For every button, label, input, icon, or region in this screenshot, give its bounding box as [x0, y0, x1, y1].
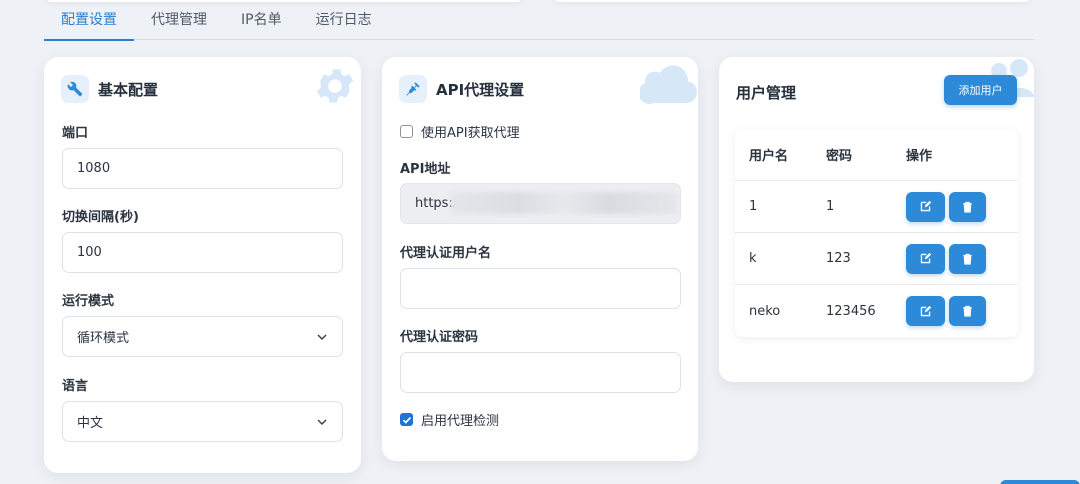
port-input[interactable]: 1080	[62, 148, 343, 189]
tab-config[interactable]: 配置设置	[44, 0, 134, 41]
edit-user-button[interactable]	[906, 243, 945, 274]
mode-select[interactable]: 循环模式	[62, 316, 343, 357]
basic-config-title: 基本配置	[61, 75, 158, 103]
tab-run-log[interactable]: 运行日志	[299, 0, 389, 40]
delete-user-button[interactable]	[949, 191, 986, 222]
table-header-row: 用户名 密码 操作	[735, 129, 1018, 181]
actions-cell	[906, 181, 990, 232]
delete-user-button[interactable]	[949, 296, 986, 326]
api-proxy-card: API代理设置 使用API获取代理 API地址 https:/ 代理认证用户名 …	[382, 57, 698, 461]
edit-icon	[920, 200, 932, 212]
interval-label: 切换间隔(秒)	[62, 210, 139, 225]
username-cell: neko	[749, 303, 781, 319]
mode-value: 循环模式	[77, 331, 130, 346]
port-value: 1080	[77, 161, 111, 176]
api-proxy-title: API代理设置	[399, 75, 524, 103]
redacted-blur	[451, 192, 677, 214]
tab-ip-list[interactable]: IP名单	[224, 0, 299, 40]
delete-user-button[interactable]	[949, 243, 986, 274]
auth-password-input[interactable]	[400, 352, 681, 393]
language-select[interactable]: 中文	[62, 401, 343, 442]
column-header-username: 用户名	[749, 149, 789, 164]
edit-icon	[920, 305, 932, 316]
tab-proxy-management[interactable]: 代理管理	[134, 0, 224, 40]
api-address-input[interactable]: https:/	[400, 183, 681, 224]
users-table: 用户名 密码 操作 1 1 k 123 neko 123456	[735, 129, 1018, 337]
trash-icon	[963, 201, 972, 213]
username-cell: 1	[749, 199, 758, 214]
password-cell: 123	[826, 251, 851, 266]
user-management-title: 用户管理	[736, 84, 797, 102]
trash-icon	[963, 305, 972, 317]
gear-watermark-icon	[316, 69, 354, 103]
basic-config-title-text: 基本配置	[98, 80, 159, 99]
enable-check-checkbox[interactable]	[400, 413, 413, 426]
add-user-button[interactable]: 添加用户	[944, 75, 1017, 105]
interval-input[interactable]: 100	[62, 232, 343, 273]
chevron-down-icon	[317, 333, 327, 340]
wrench-icon	[61, 75, 89, 103]
language-label: 语言	[62, 379, 89, 394]
column-header-actions: 操作	[906, 149, 933, 164]
password-cell: 1	[826, 199, 835, 214]
username-cell: k	[749, 251, 757, 266]
auth-username-input[interactable]	[400, 268, 681, 309]
table-row: 1 1	[735, 181, 1018, 233]
use-api-checkbox[interactable]	[400, 125, 413, 138]
bottom-right-button-edge[interactable]	[1000, 480, 1080, 484]
actions-cell	[906, 285, 990, 337]
column-header-password: 密码	[826, 149, 853, 164]
enable-check-checkbox-row[interactable]: 启用代理检测	[400, 410, 499, 429]
language-value: 中文	[77, 416, 104, 431]
api-address-label: API地址	[400, 162, 451, 177]
trash-icon	[963, 253, 972, 265]
table-row: k 123	[735, 233, 1018, 285]
use-api-checkbox-row[interactable]: 使用API获取代理	[400, 122, 520, 141]
api-proxy-title-text: API代理设置	[436, 80, 525, 99]
interval-value: 100	[77, 245, 102, 260]
basic-config-card: 基本配置 端口 1080 切换间隔(秒) 100 运行模式 循环模式 语言 中文	[44, 57, 361, 473]
auth-username-label: 代理认证用户名	[400, 246, 492, 261]
port-label: 端口	[62, 126, 89, 141]
tab-bar: 配置设置 代理管理 IP名单 运行日志	[44, 0, 1034, 41]
edit-user-button[interactable]	[906, 296, 945, 326]
password-cell: 123456	[826, 303, 876, 319]
edit-user-button[interactable]	[906, 191, 945, 222]
plug-icon	[399, 75, 427, 103]
chevron-down-icon	[317, 418, 327, 425]
checkmark-icon	[402, 416, 411, 424]
edit-icon	[920, 252, 932, 264]
mode-label: 运行模式	[62, 294, 115, 309]
actions-cell	[906, 233, 990, 284]
table-row: neko 123456	[735, 285, 1018, 337]
use-api-label: 使用API获取代理	[421, 126, 520, 141]
user-management-card: 用户管理 添加用户 用户名 密码 操作 1 1 k 123 neko 12345…	[719, 57, 1034, 382]
auth-password-label: 代理认证密码	[400, 330, 479, 345]
enable-check-label: 启用代理检测	[421, 414, 500, 429]
cloud-watermark-icon	[640, 65, 697, 104]
